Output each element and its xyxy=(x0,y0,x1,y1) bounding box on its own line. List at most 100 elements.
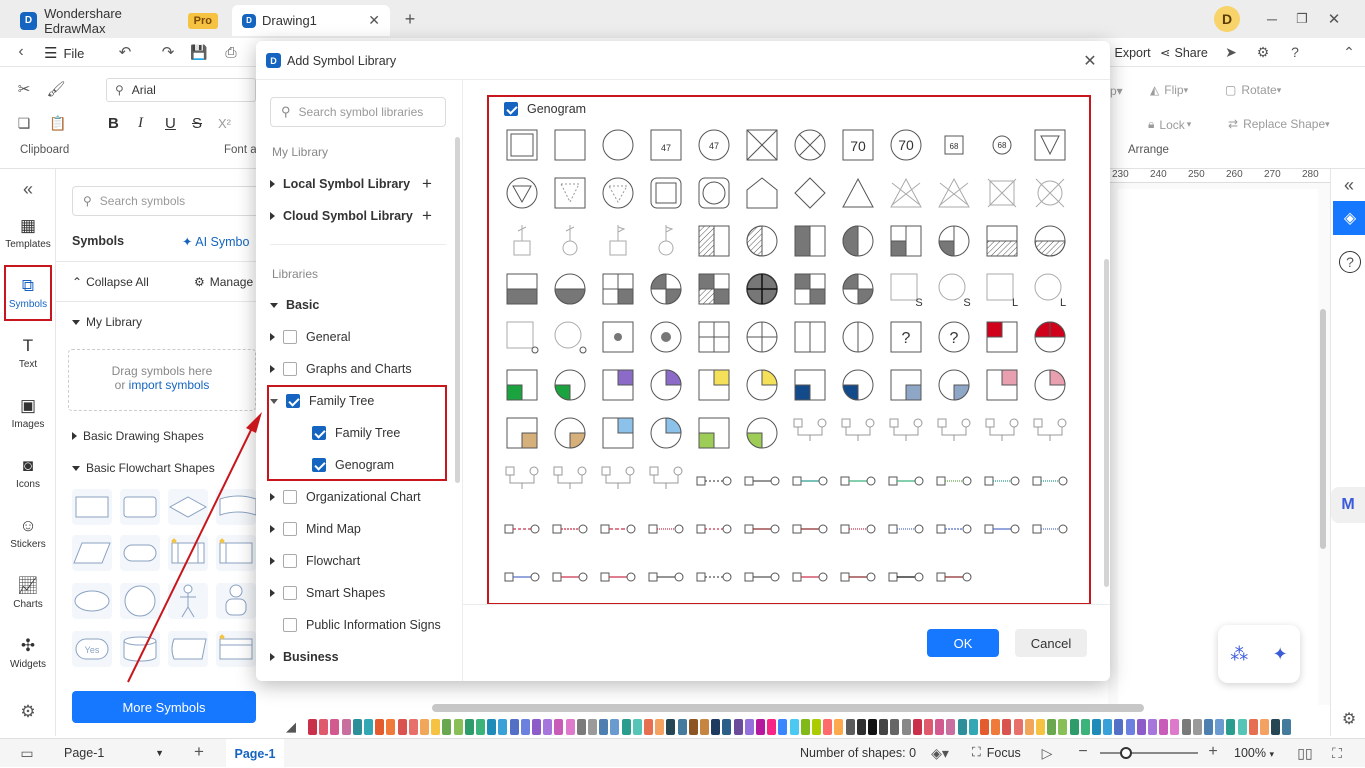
public-info-checkbox[interactable] xyxy=(283,618,297,632)
color-swatch[interactable] xyxy=(610,719,620,735)
add-cloud-library-icon[interactable]: + xyxy=(422,206,432,226)
genogram-symbol[interactable] xyxy=(506,177,538,209)
genogram-symbol[interactable] xyxy=(554,129,586,161)
color-swatch[interactable] xyxy=(1013,719,1023,735)
copy-icon[interactable]: ❏ xyxy=(14,113,34,133)
underline-button[interactable]: U xyxy=(165,115,176,132)
genogram-symbol[interactable] xyxy=(985,418,1019,441)
genogram-symbol[interactable] xyxy=(553,466,587,489)
genogram-symbol[interactable] xyxy=(650,321,682,353)
color-swatch[interactable] xyxy=(1192,719,1202,735)
color-swatch[interactable] xyxy=(599,719,609,735)
mind-map-library-item[interactable]: Mind Map xyxy=(270,518,460,540)
genogram-symbol[interactable]: 47 xyxy=(650,129,682,161)
collapse-all-button[interactable]: ⌃ Collapse All xyxy=(72,275,149,289)
genogram-symbol[interactable] xyxy=(794,225,826,257)
genogram-symbol[interactable] xyxy=(698,369,730,401)
color-swatch[interactable] xyxy=(621,719,631,735)
genogram-symbol[interactable]: 68 xyxy=(944,135,964,155)
genogram-section-header[interactable]: Genogram xyxy=(504,102,586,116)
color-swatch[interactable] xyxy=(330,719,340,735)
color-swatch[interactable] xyxy=(1002,719,1012,735)
genogram-symbol[interactable] xyxy=(698,321,730,353)
color-swatch[interactable] xyxy=(890,719,900,735)
sidebar-item-text[interactable]: T Text xyxy=(0,329,56,377)
color-swatch[interactable] xyxy=(1248,719,1258,735)
genogram-symbol[interactable] xyxy=(506,321,539,354)
genogram-symbol[interactable] xyxy=(842,273,874,305)
genogram-symbol[interactable]: 47 xyxy=(698,129,730,161)
color-swatch[interactable] xyxy=(308,719,317,735)
color-swatch[interactable] xyxy=(543,719,553,735)
genogram-symbol[interactable] xyxy=(746,321,778,353)
more-symbols-button[interactable]: More Symbols xyxy=(72,691,256,723)
genogram-symbol[interactable] xyxy=(696,524,732,534)
collapse-ribbon-icon[interactable]: ⌃ xyxy=(1340,43,1358,61)
layers-icon[interactable]: ◈▾ xyxy=(928,744,952,762)
color-swatch[interactable] xyxy=(1260,719,1269,735)
genogram-symbol[interactable] xyxy=(840,524,876,534)
ai-sparkle-icon[interactable]: ✦ xyxy=(1273,644,1288,665)
zoom-out-icon[interactable]: − xyxy=(1074,743,1092,761)
sidebar-item-templates[interactable]: ▦ Templates xyxy=(0,209,56,257)
genogram-symbol[interactable] xyxy=(554,417,586,449)
genogram-symbol[interactable] xyxy=(602,129,634,161)
genogram-symbol[interactable] xyxy=(986,321,1018,353)
app-tab[interactable]: D Wondershare EdrawMax Pro xyxy=(10,5,228,36)
manage-button[interactable]: ⚙ Manage xyxy=(194,275,253,289)
color-swatch[interactable] xyxy=(991,719,1001,735)
genogram-symbol[interactable] xyxy=(602,321,634,353)
color-swatch[interactable] xyxy=(980,719,989,735)
undo-icon[interactable]: ↶ xyxy=(115,43,135,61)
genogram-symbol[interactable] xyxy=(650,273,682,305)
close-tab-icon[interactable]: ✕ xyxy=(368,12,380,29)
genogram-symbol[interactable] xyxy=(1032,524,1068,534)
sidebar-item-images[interactable]: ▣ Images xyxy=(0,389,56,437)
genogram-symbol[interactable]: ? xyxy=(890,321,922,353)
genogram-symbol[interactable] xyxy=(554,369,586,401)
book-view-icon[interactable]: ▯▯ xyxy=(1296,744,1314,762)
paste-icon[interactable]: 📋 xyxy=(46,113,70,133)
page-panel-icon[interactable]: ▭ xyxy=(18,745,36,761)
genogram-checkbox[interactable] xyxy=(312,458,326,472)
color-swatch[interactable] xyxy=(476,719,485,735)
color-swatch[interactable] xyxy=(711,719,721,735)
genogram-symbol[interactable] xyxy=(793,418,827,441)
genogram-symbol[interactable] xyxy=(602,417,634,449)
color-swatch[interactable] xyxy=(1024,719,1034,735)
vertical-scrollbar[interactable] xyxy=(1320,309,1326,549)
genogram-symbol[interactable] xyxy=(936,572,972,582)
add-local-library-icon[interactable]: + xyxy=(422,174,432,194)
color-swatch[interactable] xyxy=(1125,719,1135,735)
genogram-symbol[interactable] xyxy=(744,524,780,534)
color-swatch[interactable] xyxy=(1226,719,1236,735)
color-swatch[interactable] xyxy=(1215,719,1225,735)
genogram-symbol[interactable] xyxy=(794,369,826,401)
genogram-symbol[interactable] xyxy=(841,418,875,441)
genogram-symbol[interactable] xyxy=(1034,369,1066,401)
genogram-symbol[interactable] xyxy=(938,225,970,257)
graphs-charts-library-item[interactable]: Graphs and Charts xyxy=(270,358,460,380)
color-swatch[interactable] xyxy=(935,719,945,735)
color-swatch[interactable] xyxy=(464,719,474,735)
genogram-symbol[interactable] xyxy=(938,369,970,401)
genogram-section-checkbox[interactable] xyxy=(504,102,518,116)
color-swatch[interactable] xyxy=(700,719,709,735)
genogram-symbol[interactable] xyxy=(746,273,778,305)
genogram-symbol[interactable] xyxy=(600,572,636,582)
color-swatch[interactable] xyxy=(1159,719,1169,735)
genogram-symbol[interactable] xyxy=(842,369,874,401)
genogram-symbol[interactable] xyxy=(840,572,876,582)
maximize-icon[interactable]: ❐ xyxy=(1292,9,1312,29)
genogram-symbol[interactable] xyxy=(840,476,876,486)
genogram-symbol[interactable] xyxy=(650,417,682,449)
zoom-slider-handle[interactable] xyxy=(1120,747,1132,759)
genogram-symbol[interactable] xyxy=(506,273,538,305)
general-library-item[interactable]: General xyxy=(270,326,460,348)
symbols-search-input[interactable]: ⚲ Search symbols xyxy=(72,186,262,216)
color-swatch[interactable] xyxy=(901,719,911,735)
basic-flowchart-shapes-section[interactable]: Basic Flowchart Shapes xyxy=(72,461,215,475)
genogram-symbol[interactable] xyxy=(554,273,586,305)
genogram-symbol[interactable] xyxy=(506,129,538,161)
color-swatch[interactable] xyxy=(1058,719,1068,735)
